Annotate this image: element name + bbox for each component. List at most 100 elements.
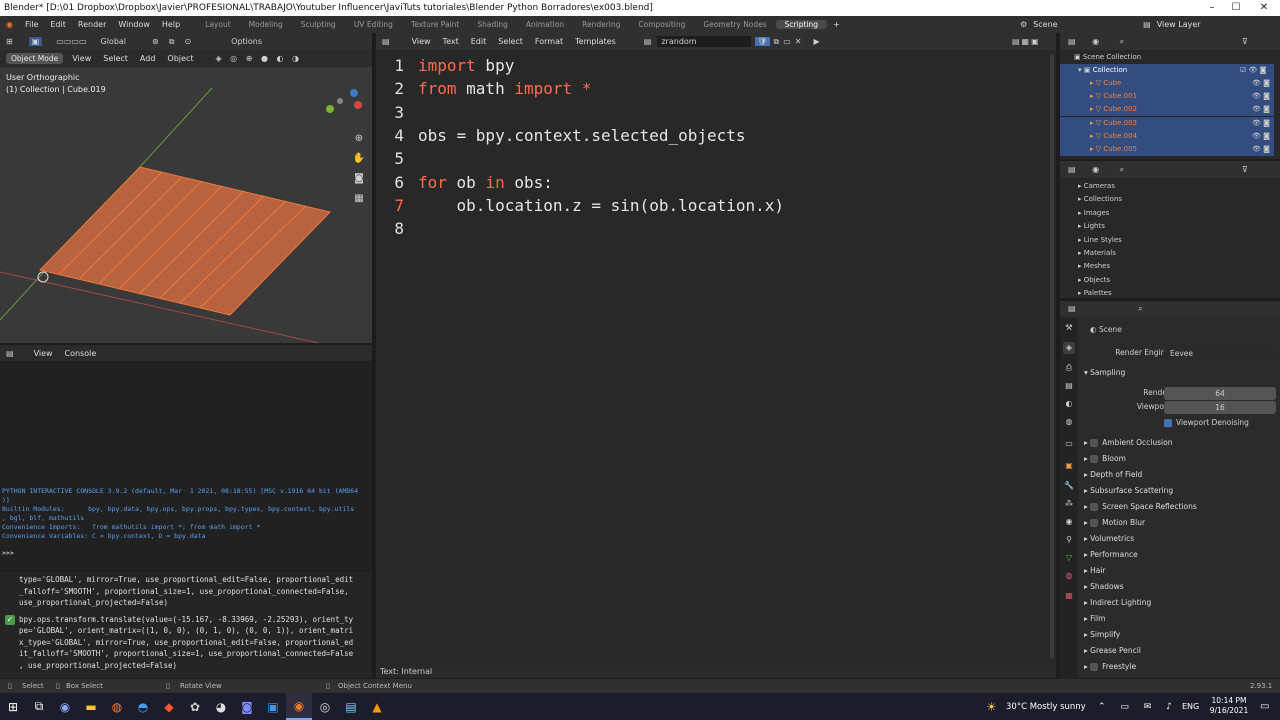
- text-datablock-icon[interactable]: ▤: [644, 37, 652, 46]
- viewport-menu-object[interactable]: Object: [161, 54, 199, 63]
- zoom-icon[interactable]: ⊕: [352, 129, 366, 149]
- outliner-object-item[interactable]: ▸ ▽ Cube.005 👁 ◙: [1060, 143, 1274, 156]
- scene-tab-icon[interactable]: ◐: [1063, 398, 1075, 410]
- properties-editor[interactable]: ▤ ⌕ ⚒ ◈ ⎙ ▤ ◐ ◍ ▭ ▣ 🔧 ⁂ ◉ ⚲ ▽ ◍ ▦ ◐ Scen…: [1060, 300, 1280, 679]
- object-tab-icon[interactable]: ▣: [1063, 460, 1075, 472]
- language-indicator[interactable]: ENG: [1182, 702, 1199, 711]
- firefox-icon[interactable]: ◍: [104, 693, 130, 720]
- code-line[interactable]: for ob in obs:: [418, 173, 553, 192]
- collection-checkbox-icon[interactable]: ☑ 👁 ◙: [1240, 64, 1266, 77]
- editor-menu-view[interactable]: View: [406, 37, 437, 46]
- constraints-tab-icon[interactable]: ⚲: [1063, 534, 1075, 546]
- output-tab-icon[interactable]: ⎙: [1063, 362, 1075, 374]
- data-api-item[interactable]: ▸ Images: [1060, 207, 1274, 220]
- unlink-icon[interactable]: ✕: [795, 37, 802, 46]
- data-api-item[interactable]: ▸ Palettes: [1060, 287, 1274, 300]
- fake-user-icon[interactable]: 🛡: [755, 37, 770, 46]
- properties-panel-header[interactable]: ▸ Volumetrics: [1078, 531, 1278, 547]
- texture-tab-icon[interactable]: ▦: [1063, 590, 1075, 602]
- add-workspace-icon[interactable]: +: [827, 20, 846, 29]
- viewport-samples-field[interactable]: 16: [1164, 401, 1276, 414]
- panel-checkbox[interactable]: [1090, 439, 1099, 447]
- weather-text[interactable]: 30°C Mostly sunny: [1006, 702, 1086, 712]
- code-line[interactable]: from math import *: [418, 79, 591, 98]
- properties-panel-header[interactable]: ▸ Simplify: [1078, 627, 1278, 643]
- viewport-menu-add[interactable]: Add: [134, 54, 162, 63]
- select-mode-icons[interactable]: ▭▭▭▭: [56, 37, 86, 46]
- code-area[interactable]: import bpy from math import * obs = bpy.co…: [376, 50, 1046, 663]
- data-tab-icon[interactable]: ▽: [1063, 552, 1075, 564]
- brave-icon[interactable]: ◆: [156, 693, 182, 720]
- pan-hand-icon[interactable]: ✋: [352, 149, 366, 169]
- view-layer-icon[interactable]: ▤: [1143, 20, 1151, 29]
- camera-icon[interactable]: ◙: [352, 169, 366, 189]
- outliner-scene-collection[interactable]: ▣ Scene Collection: [1060, 51, 1274, 64]
- app-icon[interactable]: ◉: [52, 693, 78, 720]
- notepad-icon[interactable]: ▤: [338, 693, 364, 720]
- panel-checkbox[interactable]: [1090, 503, 1099, 511]
- visibility-icon[interactable]: 👁 ◙: [1252, 143, 1270, 156]
- properties-panel-header[interactable]: ▸ Indirect Lighting: [1078, 595, 1278, 611]
- properties-editor-icon[interactable]: ▤: [1068, 304, 1076, 313]
- console-editor-type-icon[interactable]: ▤: [6, 349, 14, 358]
- tab-layout[interactable]: Layout: [196, 20, 240, 29]
- code-line[interactable]: ob.location.z = sin(ob.location.x): [418, 196, 785, 215]
- data-api-mode-icon[interactable]: ◉: [1092, 165, 1099, 174]
- properties-panel-header[interactable]: ▸ Freestyle: [1078, 659, 1278, 675]
- data-api-item[interactable]: ▸ Line Styles: [1060, 234, 1274, 247]
- viewport-denoising-row[interactable]: Viewport Denoising: [1078, 415, 1278, 431]
- layout-icons[interactable]: ▤▦▣: [1012, 37, 1041, 46]
- visibility-icon[interactable]: 👁 ◙: [1252, 90, 1270, 103]
- outliner-editor-icon[interactable]: ▤: [1068, 37, 1076, 46]
- properties-panel-header[interactable]: ▸ Motion Blur: [1078, 515, 1278, 531]
- weather-icon[interactable]: ☀: [986, 700, 997, 714]
- view-layer-selector[interactable]: View Layer: [1157, 20, 1201, 29]
- run-script-icon[interactable]: ▶: [814, 37, 820, 46]
- menu-edit[interactable]: Edit: [44, 20, 72, 29]
- outliner[interactable]: ▤ ◉ ⌕ ⊽ ▣ Scene Collection ▾ ▣ Collectio…: [1060, 33, 1280, 159]
- viewport-menu-view[interactable]: View: [66, 54, 97, 63]
- select-box-icon[interactable]: ▣: [28, 37, 43, 46]
- code-line[interactable]: import bpy: [418, 56, 514, 75]
- app-icon-2[interactable]: ✿: [182, 693, 208, 720]
- panel-checkbox[interactable]: [1090, 663, 1099, 671]
- data-api-search-icon[interactable]: ⌕: [1120, 165, 1124, 174]
- data-api-item[interactable]: ▸ Objects: [1060, 274, 1274, 287]
- visibility-icon[interactable]: 👁 ◙: [1252, 103, 1270, 116]
- world-tab-icon[interactable]: ◍: [1063, 416, 1075, 428]
- editor-menu-format[interactable]: Format: [529, 37, 569, 46]
- menu-file[interactable]: File: [19, 20, 44, 29]
- panel-checkbox[interactable]: [1090, 455, 1099, 463]
- options-dropdown[interactable]: Options: [231, 37, 262, 46]
- steam-icon[interactable]: ◕: [208, 693, 234, 720]
- 3d-viewport[interactable]: ⊞ ▣ ▭▭▭▭ Global ⊛ ⧉ ⊙ Options Object Mod…: [0, 33, 374, 343]
- navigation-gizmo[interactable]: [318, 85, 368, 115]
- tab-geometry-nodes[interactable]: Geometry Nodes: [694, 20, 775, 29]
- editor-menu-templates[interactable]: Templates: [569, 37, 622, 46]
- obs-icon[interactable]: ◎: [312, 693, 338, 720]
- data-api-item[interactable]: ▸ Lights: [1060, 220, 1274, 233]
- data-api-item[interactable]: ▸ Collections: [1060, 193, 1274, 206]
- close-window-button[interactable]: ✕: [1244, 0, 1280, 16]
- tab-uv-editing[interactable]: UV Editing: [345, 20, 402, 29]
- blender-logo-icon[interactable]: ◉: [0, 20, 19, 29]
- collection-tab-icon[interactable]: ▭: [1063, 438, 1075, 450]
- editor-menu-select[interactable]: Select: [492, 37, 529, 46]
- modifier-tab-icon[interactable]: 🔧: [1063, 480, 1075, 492]
- shading-icons[interactable]: ◈ ◎ ⊕ ● ◐ ◑: [215, 54, 302, 63]
- code-line[interactable]: obs = bpy.context.selected_objects: [418, 126, 746, 145]
- outliner-object-item[interactable]: ▸ ▽ Cube 👁 ◙: [1060, 77, 1274, 90]
- data-api-browser[interactable]: ▤ ◉ ⌕ ⊽ ▸ Cameras ▸ Collections ▸ Images ▸ …: [1060, 160, 1280, 298]
- viewport-menu-select[interactable]: Select: [97, 54, 134, 63]
- menu-help[interactable]: Help: [156, 20, 186, 29]
- visibility-icon[interactable]: 👁 ◙: [1252, 117, 1270, 130]
- pivot-icon[interactable]: ⊛: [152, 37, 159, 46]
- editor-menu-edit[interactable]: Edit: [465, 37, 493, 46]
- data-api-item[interactable]: ▸ Cameras: [1060, 180, 1274, 193]
- tool-tab-icon[interactable]: ⚒: [1063, 322, 1075, 334]
- material-tab-icon[interactable]: ◍: [1063, 570, 1075, 582]
- windows-start-icon[interactable]: ⊞: [0, 693, 26, 720]
- sampling-panel-header[interactable]: ▾ Sampling: [1078, 365, 1278, 381]
- orientation-dropdown[interactable]: Global: [101, 37, 127, 46]
- properties-panel-header[interactable]: ▸ Ambient Occlusion: [1078, 435, 1278, 451]
